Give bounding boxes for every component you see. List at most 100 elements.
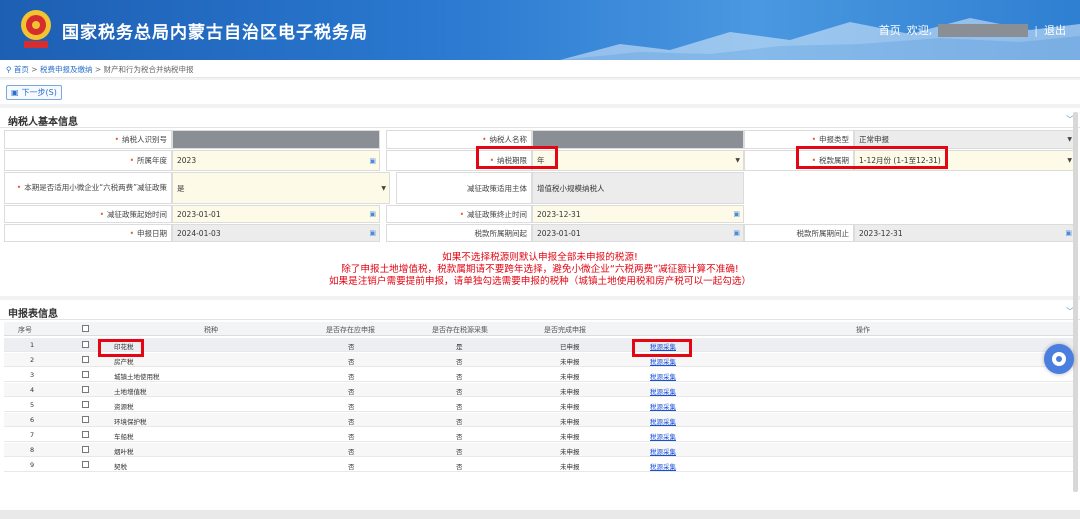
row-declared-status: 未申报 (560, 388, 580, 396)
calendar-icon[interactable]: ▣ (733, 210, 740, 218)
vertical-scrollbar[interactable] (1073, 112, 1078, 492)
table-row[interactable]: 5 资源税 否 否 未申报 税源采集 (4, 398, 1076, 412)
highlight-box-tax-period (796, 146, 948, 169)
row-declared-status: 未申报 (560, 448, 580, 456)
row-no: 8 (30, 446, 35, 454)
row-checkbox[interactable] (82, 356, 89, 363)
year-input[interactable]: 2023 ▣ (172, 150, 380, 171)
row-checkbox[interactable] (82, 416, 89, 423)
calendar-icon[interactable]: ▣ (369, 157, 376, 165)
row-has-source: 否 (456, 448, 463, 456)
period-end-field: 2023-12-31 ▣ (854, 224, 1076, 242)
form-row: • 减征政策起始时间 2023-01-01 ▣ • 减征政策终止时间 2023-12-… (4, 205, 1076, 223)
col-header-done: 是否完成申报 (544, 326, 586, 334)
breadcrumb-level1[interactable]: 税费申报及缴纳 (40, 65, 93, 74)
row-declared-status: 未申报 (560, 358, 580, 366)
dropdown-arrow-icon: ▼ (1067, 136, 1072, 143)
period-start-field: 2023-01-01 ▣ (532, 224, 744, 242)
logout-link[interactable]: 退出 (1044, 22, 1066, 38)
table-row[interactable]: 1 印花税否是已申报 税源采集 (4, 338, 1076, 352)
row-should-declare: 否 (348, 373, 355, 381)
save-icon: ▣ (11, 88, 19, 97)
row-checkbox[interactable] (82, 431, 89, 438)
source-collect-link[interactable]: 税源采集 (650, 371, 676, 381)
row-should-declare: 否 (348, 343, 355, 351)
source-collect-link[interactable]: 税源采集 (650, 356, 676, 366)
site-header: 国家税务总局内蒙古自治区电子税务局 首页 欢迎, | 退出 (0, 0, 1080, 60)
row-tax-name: 烟叶税 (114, 448, 134, 456)
report-table-panel: 申报表信息 ﹀ 序号 税种 是否存在应申报 是否存在税源采集 是否完成申报 操作… (0, 300, 1080, 510)
table-row[interactable]: 9 契税 否 否 未申报 税源采集 (4, 458, 1076, 472)
breadcrumb: ⚲ 首页 > 税费申报及缴纳 > 财产和行为税合并纳税申报 (0, 60, 1080, 78)
breadcrumb-current: 财产和行为税合并纳税申报 (103, 65, 194, 74)
source-collect-link[interactable]: 税源采集 (650, 416, 676, 426)
table-row[interactable]: 4 土地增值税 否 否 未申报 税源采集 (4, 383, 1076, 397)
table-row[interactable]: 8 烟叶税 否 否 未申报 税源采集 (4, 443, 1076, 457)
source-collect-link[interactable]: 税源采集 (650, 386, 676, 396)
row-no: 5 (30, 401, 35, 409)
small-biz-policy-select[interactable]: 是 ▼ (172, 172, 390, 204)
source-collect-link[interactable]: 税源采集 (650, 431, 676, 441)
policy-start-date[interactable]: 2023-01-01 ▣ (172, 205, 380, 223)
policy-end-date[interactable]: 2023-12-31 ▣ (532, 205, 744, 223)
field-label: • 所属年度 (4, 150, 172, 171)
field-label: 税款所属期间起 (386, 224, 532, 242)
field-label: • 减征政策起始时间 (4, 205, 172, 223)
source-collect-link[interactable]: 税源采集 (650, 446, 676, 456)
table-row[interactable]: 6 环境保护税 否 否 未申报 税源采集 (4, 413, 1076, 427)
row-checkbox[interactable] (82, 401, 89, 408)
row-has-source: 否 (456, 433, 463, 441)
header-divider: | (1034, 23, 1038, 37)
declare-date-field: 2024-01-03 ▣ (172, 224, 380, 242)
row-has-source: 否 (456, 388, 463, 396)
row-checkbox[interactable] (82, 371, 89, 378)
row-no: 4 (30, 386, 35, 394)
row-checkbox[interactable] (82, 461, 89, 468)
table-row[interactable]: 3 城镇土地使用税 否 否 未申报 税源采集 (4, 368, 1076, 382)
highlight-box-period (476, 146, 558, 169)
panel-title: 纳税人基本信息 (0, 108, 1080, 128)
col-header-source: 是否存在税源采集 (432, 326, 488, 334)
row-tax-name: 土地增值税 (114, 388, 147, 396)
chat-assistant-icon[interactable] (1044, 344, 1074, 374)
highlight-box-stamp-tax (98, 339, 144, 357)
taxpayer-id-field (172, 130, 380, 149)
calendar-icon: ▣ (369, 229, 376, 237)
tax-period-select[interactable]: 年 ▼ (532, 150, 744, 171)
select-all-checkbox[interactable] (82, 325, 89, 332)
row-tax-name: 车船税 (114, 433, 134, 441)
breadcrumb-sep: > (31, 65, 38, 74)
table-header: 序号 税种 是否存在应申报 是否存在税源采集 是否完成申报 操作 (4, 322, 1076, 336)
field-label: 减征政策适用主体 (396, 172, 532, 204)
table-row[interactable]: 2 房产税 否 否 未申报 税源采集 (4, 353, 1076, 367)
row-should-declare: 否 (348, 418, 355, 426)
toolbar: ▣ 下一步(S) (0, 80, 1080, 104)
calendar-icon[interactable]: ▣ (369, 210, 376, 218)
row-tax-name: 城镇土地使用税 (114, 373, 160, 381)
breadcrumb-sep: > (94, 65, 102, 74)
header-user-area: 首页 欢迎, | 退出 (879, 22, 1066, 38)
field-label: • 纳税人识别号 (4, 130, 172, 149)
row-no: 3 (30, 371, 35, 379)
row-checkbox[interactable] (82, 386, 89, 393)
dropdown-arrow-icon: ▼ (1067, 157, 1072, 164)
row-checkbox[interactable] (82, 446, 89, 453)
welcome-text: 欢迎, (906, 24, 933, 37)
next-step-button[interactable]: ▣ 下一步(S) (6, 85, 62, 100)
row-declared-status: 未申报 (560, 373, 580, 381)
row-should-declare: 否 (348, 358, 355, 366)
row-declared-status: 未申报 (560, 463, 580, 471)
home-link[interactable]: 首页 (879, 22, 901, 38)
row-no: 1 (30, 341, 35, 349)
row-checkbox[interactable] (82, 341, 89, 348)
table-row[interactable]: 7 车船税 否 否 未申报 税源采集 (4, 428, 1076, 442)
taxpayer-name-field (532, 130, 744, 149)
username-masked (938, 23, 1029, 37)
source-collect-link[interactable]: 税源采集 (650, 461, 676, 471)
row-should-declare: 否 (348, 403, 355, 411)
row-should-declare: 否 (348, 463, 355, 471)
row-has-source: 否 (456, 358, 463, 366)
breadcrumb-home[interactable]: 首页 (14, 65, 29, 74)
source-collect-link[interactable]: 税源采集 (650, 401, 676, 411)
location-pin-icon: ⚲ (6, 65, 12, 74)
